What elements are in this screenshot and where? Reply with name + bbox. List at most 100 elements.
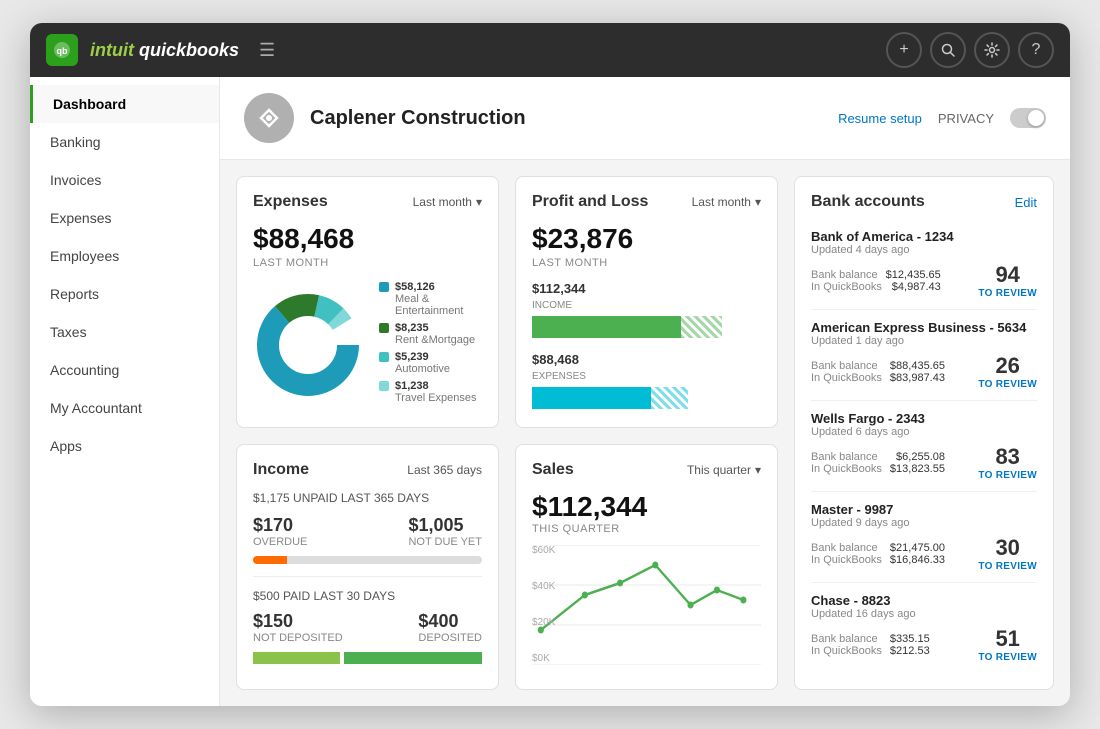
to-review-link-5[interactable]: TO REVIEW [978,652,1037,663]
sidebar-item-expenses[interactable]: Expenses [30,199,219,237]
privacy-toggle[interactable] [1010,108,1046,128]
sidebar-label-expenses: Expenses [50,210,111,226]
bank-amounts-3: Bank balance $6,255.08 In QuickBooks $13… [811,444,1037,481]
help-button[interactable]: ? [1018,32,1054,68]
sidebar-item-dashboard[interactable]: Dashboard [30,85,219,123]
bank-accounts-card: Bank accounts Edit Bank of America - 123… [794,176,1054,690]
legend-val-2: $8,235 [395,322,475,334]
sidebar-item-taxes[interactable]: Taxes [30,313,219,351]
app-logo-text: intuit quickbooks [90,40,239,61]
deposited-amount: $400 DEPOSITED [418,611,482,644]
sidebar-item-employees[interactable]: Employees [30,237,219,275]
top-nav: qb intuit quickbooks ☰ + ? [30,23,1070,77]
sidebar-item-banking[interactable]: Banking [30,123,219,161]
qb-balance-row: In QuickBooks $13,823.55 [811,463,945,475]
to-review-link-3[interactable]: TO REVIEW [978,470,1037,481]
bank-accounts-title: Bank accounts [811,193,925,211]
sidebar-label-dashboard: Dashboard [53,96,126,112]
review-badge-2: 26 TO REVIEW [978,353,1037,390]
sidebar-item-reports[interactable]: Reports [30,275,219,313]
sidebar-label-my-accountant: My Accountant [50,400,142,416]
legend-item: $1,238 Travel Expenses [379,380,482,404]
bank-amounts-5: Bank balance $335.15 In QuickBooks $212.… [811,626,1037,663]
qb-balance-row: In QuickBooks $16,846.33 [811,554,945,566]
overdue-val: $170 [253,515,307,536]
sales-card-header: Sales This quarter ▾ [532,461,761,479]
expenses-sub-label: LAST MONTH [253,257,482,269]
hamburger-menu-icon[interactable]: ☰ [259,40,275,61]
not-due-bar [287,556,482,564]
sidebar-item-accounting[interactable]: Accounting [30,351,219,389]
expenses-title: Expenses [253,193,328,211]
pl-card-header: Profit and Loss Last month ▾ [532,193,761,211]
pl-bars: $112,344 INCOME $88,468 [532,281,761,409]
resume-setup-link[interactable]: Resume setup [838,111,922,126]
income-title: Income [253,461,309,479]
review-badge-3: 83 TO REVIEW [978,444,1037,481]
company-header: Caplener Construction Resume setup PRIVA… [220,77,1070,160]
overdue-bar [253,556,287,564]
to-review-link-4[interactable]: TO REVIEW [978,561,1037,572]
review-count-1: 94 [995,262,1019,288]
not-deposited-val: $150 [253,611,343,632]
sidebar-item-apps[interactable]: Apps [30,427,219,465]
expenses-card: Expenses Last month ▾ $88,468 LAST MONTH [236,176,499,428]
qb-label: In QuickBooks [811,372,882,384]
not-due-label: NOT DUE YET [408,536,482,548]
bank-balance-col-3: Bank balance $6,255.08 In QuickBooks $13… [811,451,945,475]
income-period: Last 365 days [407,463,482,477]
nav-right: + ? [886,32,1054,68]
qb-balance-row: In QuickBooks $212.53 [811,645,930,657]
pl-sub-label: LAST MONTH [532,257,761,269]
balance-label: Bank balance [811,269,878,281]
settings-button[interactable] [974,32,1010,68]
to-review-link-2[interactable]: TO REVIEW [978,379,1037,390]
not-deposited-label: NOT DEPOSITED [253,632,343,644]
bank-name-4: Master - 9987 [811,502,1037,517]
bank-amounts-4: Bank balance $21,475.00 In QuickBooks $1… [811,535,1037,572]
overdue-label: OVERDUE [253,536,307,548]
qb-label: In QuickBooks [811,645,882,657]
bank-updated-1: Updated 4 days ago [811,244,1037,256]
edit-link[interactable]: Edit [1015,195,1037,210]
content-area: Caplener Construction Resume setup PRIVA… [220,77,1070,706]
sidebar-label-banking: Banking [50,134,101,150]
bank-balance-val-3: $6,255.08 [896,451,945,463]
add-button[interactable]: + [886,32,922,68]
bank-name-2: American Express Business - 5634 [811,320,1037,335]
qb-balance-row: In QuickBooks $83,987.43 [811,372,945,384]
bank-updated-3: Updated 6 days ago [811,426,1037,438]
not-deposited-bar [253,652,340,664]
bank-balance-row: Bank balance $21,475.00 [811,542,945,554]
not-due-amount: $1,005 NOT DUE YET [408,515,482,548]
sidebar-label-taxes: Taxes [50,324,87,340]
sales-amount: $112,344 [532,491,761,523]
sales-sub-label: THIS QUARTER [532,523,761,535]
qb-label: In QuickBooks [811,554,882,566]
income-unpaid: $1,175 UNPAID LAST 365 DAYS [253,491,482,505]
not-deposited-amount: $150 NOT DEPOSITED [253,611,343,644]
profit-loss-card: Profit and Loss Last month ▾ $23,876 LAS… [515,176,778,428]
sidebar-item-invoices[interactable]: Invoices [30,161,219,199]
pl-period-selector[interactable]: Last month ▾ [692,195,761,209]
bank-amounts-1: Bank balance $12,435.65 In QuickBooks $4… [811,262,1037,299]
to-review-link-1[interactable]: TO REVIEW [978,288,1037,299]
search-button[interactable] [930,32,966,68]
expenses-amount: $88,468 [253,223,482,255]
bank-balance-val-4: $21,475.00 [890,542,945,554]
bank-account-1: Bank of America - 1234 Updated 4 days ag… [811,219,1037,310]
expenses-card-header: Expenses Last month ▾ [253,193,482,211]
bank-account-3: Wells Fargo - 2343 Updated 6 days ago Ba… [811,401,1037,492]
sales-period-selector[interactable]: This quarter ▾ [687,463,761,477]
sidebar-item-my-accountant[interactable]: My Accountant [30,389,219,427]
intuit-logo: qb [46,34,78,66]
bank-balance-row: Bank balance $12,435.65 [811,269,941,281]
income-bar-overdue [253,556,482,564]
bank-account-4: Master - 9987 Updated 9 days ago Bank ba… [811,492,1037,583]
expenses-period-selector[interactable]: Last month ▾ [413,195,482,209]
bank-balance-col-2: Bank balance $88,435.65 In QuickBooks $8… [811,360,945,384]
privacy-label: PRIVACY [938,111,994,126]
dropdown-arrow-icon: ▾ [755,463,761,477]
review-count-4: 30 [995,535,1019,561]
legend-val-1: $58,126 [395,281,482,293]
